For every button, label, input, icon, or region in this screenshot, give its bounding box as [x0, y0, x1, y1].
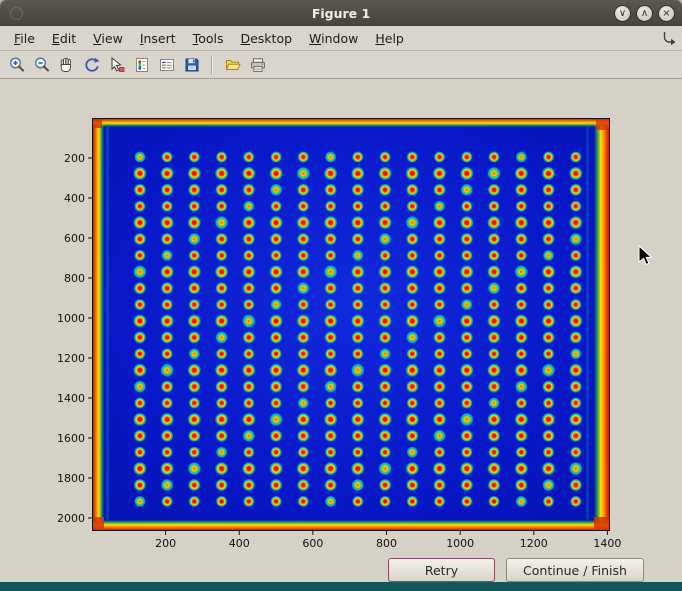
rotate-3d-icon[interactable]: [80, 53, 103, 76]
y-tick-label: 600: [64, 232, 85, 245]
menu-window[interactable]: Window: [301, 28, 366, 49]
menubar: File Edit View Insert Tools Desktop Wind…: [0, 26, 682, 51]
menu-view[interactable]: View: [85, 28, 131, 49]
y-tick-label: 1000: [57, 312, 85, 325]
y-tick-label: 1800: [57, 472, 85, 485]
plot-image[interactable]: [92, 118, 610, 531]
x-axis: 200 400 600 800 1000 1200 1400: [155, 531, 621, 550]
figure-canvas[interactable]: 200 400 600 800 1000 1200 1400 200 400 600 800 1000…: [0, 79, 682, 582]
x-tick-label: 800: [376, 537, 397, 550]
insert-legend-icon[interactable]: [155, 53, 178, 76]
menu-edit[interactable]: Edit: [44, 28, 84, 49]
menu-tools[interactable]: Tools: [185, 28, 232, 49]
window-title: Figure 1: [0, 6, 682, 21]
window-controls: ∨ ∧ ×: [614, 5, 675, 22]
y-tick-label: 200: [64, 152, 85, 165]
dock-arrow-glyph: [661, 30, 677, 46]
continue-finish-button[interactable]: Continue / Finish: [506, 558, 644, 582]
y-tick-label: 1600: [57, 432, 85, 445]
dock-figure-icon[interactable]: [661, 30, 677, 46]
zoom-in-icon[interactable]: [5, 53, 28, 76]
x-tick-label: 1000: [446, 537, 474, 550]
x-tick-label: 1400: [593, 537, 621, 550]
x-tick-label: 200: [155, 537, 176, 550]
open-folder-icon[interactable]: [221, 53, 244, 76]
pan-icon[interactable]: [55, 53, 78, 76]
close-button[interactable]: ×: [658, 5, 675, 22]
retry-button[interactable]: Retry: [388, 558, 495, 582]
y-tick-label: 1400: [57, 392, 85, 405]
figure-window: Figure 1 ∨ ∧ × File Edit View Insert Too…: [0, 0, 682, 591]
shade-button[interactable]: ∨: [614, 5, 631, 22]
menu-desktop[interactable]: Desktop: [232, 28, 300, 49]
maximize-button[interactable]: ∧: [636, 5, 653, 22]
x-tick-label: 1200: [520, 537, 548, 550]
print-icon[interactable]: [246, 53, 269, 76]
insert-colorbar-icon[interactable]: [130, 53, 153, 76]
toolbar: [0, 51, 682, 79]
x-tick-label: 600: [302, 537, 323, 550]
y-tick-label: 1200: [57, 352, 85, 365]
y-tick-label: 800: [64, 272, 85, 285]
titlebar[interactable]: Figure 1 ∨ ∧ ×: [0, 0, 682, 26]
edit-plot-icon[interactable]: [105, 53, 128, 76]
y-tick-label: 2000: [57, 512, 85, 525]
zoom-out-icon[interactable]: [30, 53, 53, 76]
bottom-panel: [0, 582, 682, 591]
y-tick-label: 400: [64, 192, 85, 205]
menu-help[interactable]: Help: [367, 28, 412, 49]
save-icon[interactable]: [180, 53, 203, 76]
toolbar-separator: [211, 56, 213, 74]
x-tick-label: 400: [229, 537, 250, 550]
plot-area[interactable]: 200 400 600 800 1000 1200 1400 200 400 600 800 1000…: [0, 79, 682, 582]
menu-file[interactable]: File: [6, 28, 43, 49]
menu-insert[interactable]: Insert: [132, 28, 184, 49]
y-axis: 200 400 600 800 1000 1200 1400 1600 1800 2000: [57, 152, 92, 525]
